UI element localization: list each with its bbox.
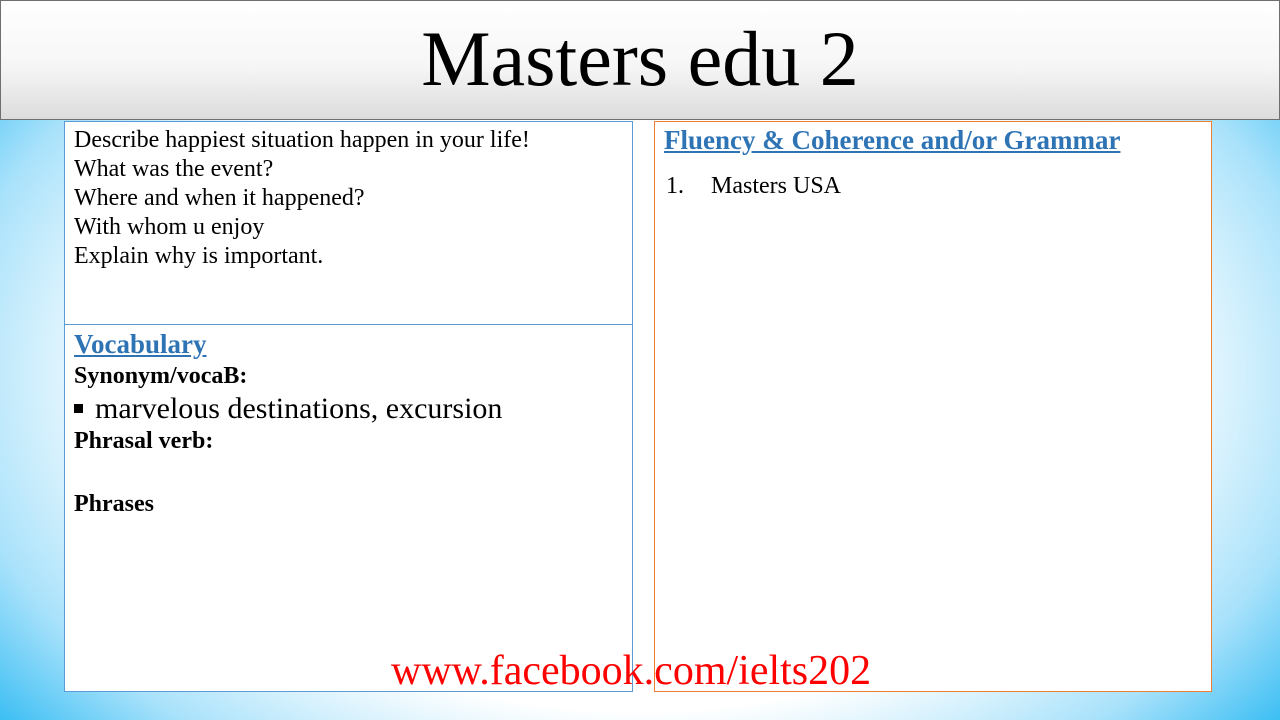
prompt-line: Describe happiest situation happen in yo… — [74, 127, 530, 153]
vocabulary-heading: Vocabulary — [74, 329, 207, 359]
prompt-line: What was the event? — [74, 156, 274, 182]
phrases-label: Phrases — [74, 491, 154, 517]
list-number: 1. — [666, 173, 684, 199]
list-item-text: Masters USA — [711, 173, 841, 199]
numbered-list-item: 1. Masters USA — [666, 173, 841, 200]
facebook-link[interactable]: www.facebook.com/ielts202 — [391, 645, 871, 697]
vocabulary-panel: Vocabulary Synonym/vocaB: marvelous dest… — [64, 324, 633, 692]
phrasal-verb-label: Phrasal verb: — [74, 428, 214, 454]
vocabulary-bullet-item: marvelous destinations, excursion — [74, 392, 502, 426]
prompt-line: With whom u enjoy — [74, 214, 265, 240]
square-bullet-icon — [74, 403, 83, 413]
synonym-label: Synonym/vocaB: — [74, 363, 248, 389]
title-banner: Masters edu 2 — [0, 0, 1280, 120]
fluency-panel: Fluency & Coherence and/or Grammar 1. Mas… — [654, 121, 1212, 692]
prompt-list: Describe happiest situation happen in yo… — [74, 126, 530, 271]
fluency-heading: Fluency & Coherence and/or Grammar — [664, 125, 1121, 155]
prompt-line: Explain why is important. — [74, 243, 324, 269]
vocabulary-bullet-text: marvelous destinations, excursion — [95, 392, 503, 425]
page-title: Masters edu 2 — [421, 15, 859, 102]
prompt-line: Where and when it happened? — [74, 185, 365, 211]
prompt-panel: Describe happiest situation happen in yo… — [64, 121, 633, 325]
